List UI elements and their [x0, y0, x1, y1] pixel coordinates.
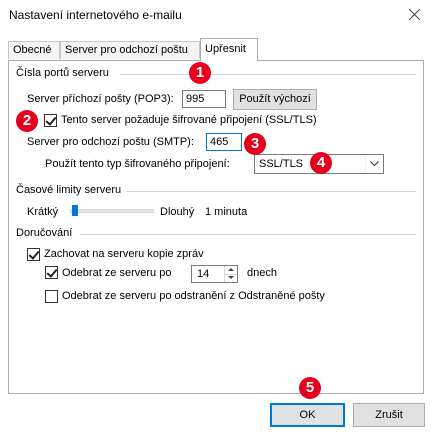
- remove-after-days-stepper[interactable]: 14: [191, 265, 238, 283]
- callout-marker-1: 1: [189, 62, 211, 84]
- ok-button[interactable]: OK: [270, 403, 345, 427]
- callout-marker-4: 4: [310, 152, 332, 174]
- outgoing-port-input[interactable]: 465: [206, 133, 242, 151]
- window-title: Nastavení internetového e-mailu: [9, 8, 182, 22]
- timeout-value-label: 1 minuta: [205, 206, 248, 218]
- timeout-slider-track[interactable]: [70, 209, 154, 213]
- ports-group-label: Čísla portů serveru: [16, 67, 112, 79]
- ports-group-divider: [120, 74, 416, 75]
- stepper-buttons: [224, 266, 237, 282]
- tab-advanced[interactable]: Upřesnit: [200, 38, 258, 61]
- cancel-button[interactable]: Zrušit: [353, 403, 425, 427]
- remove-after-label: Odebrat ze serveru po: [62, 267, 172, 279]
- callout-marker-2: 2: [16, 110, 38, 132]
- tab-outgoing-server-label: Server pro odchozí poštu: [65, 44, 188, 56]
- tab-general-label: Obecné: [13, 44, 52, 56]
- use-default-button[interactable]: Použít výchozí: [233, 89, 317, 110]
- tab-general[interactable]: Obecné: [8, 41, 60, 59]
- days-label: dnech: [247, 267, 277, 279]
- delivery-group-divider: [80, 234, 416, 235]
- timeout-long-label: Dlouhý: [160, 206, 195, 218]
- tab-outgoing-server[interactable]: Server pro odchozí poštu: [60, 41, 200, 59]
- remove-deleted-checkbox[interactable]: [45, 290, 58, 303]
- close-icon[interactable]: [403, 3, 427, 27]
- tab-advanced-label: Upřesnit: [205, 43, 246, 55]
- keep-copy-checkbox[interactable]: [27, 248, 40, 261]
- title-bar: Nastavení internetového e-mailu: [0, 0, 433, 30]
- timeout-short-label: Krátký: [27, 206, 59, 218]
- callout-marker-3: 3: [244, 133, 266, 155]
- remove-after-checkbox[interactable]: [45, 266, 58, 279]
- incoming-port-input[interactable]: 995: [182, 90, 226, 108]
- keep-copy-label: Zachovat na serveru kopie zpráv: [44, 248, 204, 260]
- ssl-checkbox[interactable]: [44, 114, 57, 127]
- delivery-group-label: Doručování: [16, 227, 76, 239]
- timeouts-group-divider: [126, 191, 416, 192]
- ssl-checkbox-label: Tento server požaduje šifrované připojen…: [61, 114, 317, 126]
- remove-deleted-label: Odebrat ze serveru po odstranění z Odstr…: [62, 290, 325, 302]
- outgoing-port-label: Server pro odchozí poštu (SMTP):: [27, 136, 194, 148]
- encryption-type-value: SSL/TLS: [259, 158, 304, 170]
- callout-marker-5: 5: [299, 377, 321, 399]
- stepper-down-icon[interactable]: [225, 274, 237, 282]
- remove-after-days-value: 14: [197, 268, 210, 280]
- chevron-down-icon: [365, 155, 383, 173]
- timeouts-group-label: Časové limity serveru: [16, 184, 125, 196]
- timeout-slider-thumb[interactable]: [72, 205, 78, 216]
- incoming-port-label: Server příchozí pošty (POP3):: [27, 93, 174, 105]
- encryption-type-label: Použít tento typ šifrovaného připojení:: [45, 158, 230, 170]
